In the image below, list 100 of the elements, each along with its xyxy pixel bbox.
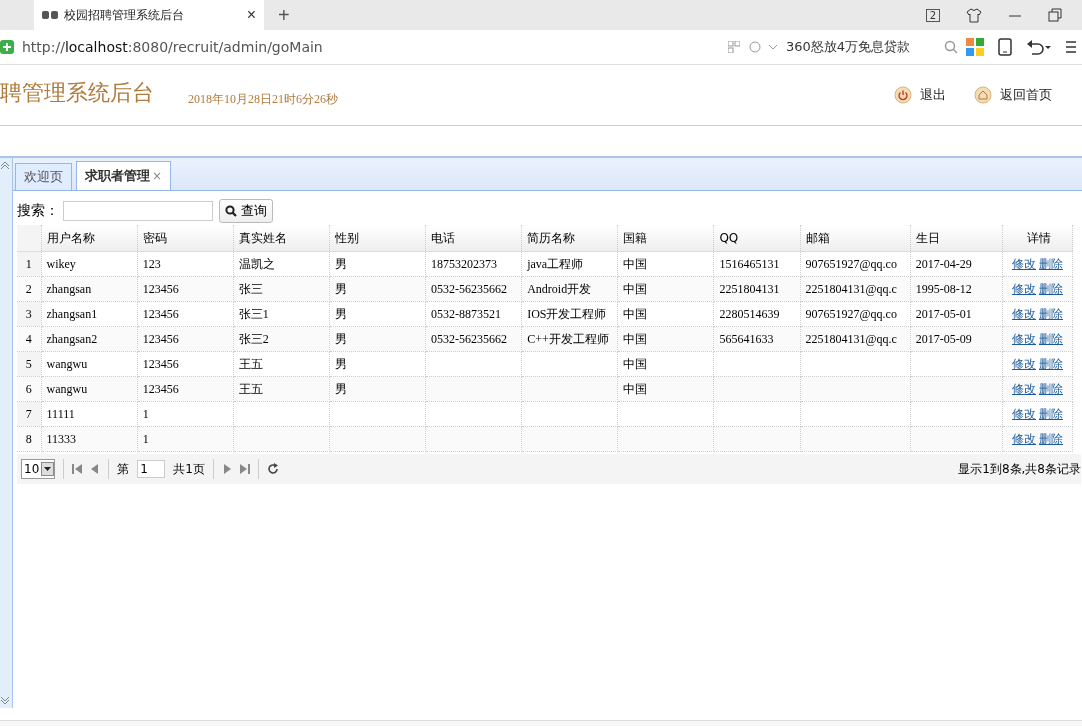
table-cell: 中国 xyxy=(617,301,714,327)
delete-link[interactable]: 删除 xyxy=(1039,306,1063,321)
edit-link[interactable]: 修改 xyxy=(1012,431,1036,446)
table-cell: 0532-56235662 xyxy=(425,276,522,302)
row-number: 7 xyxy=(17,401,42,427)
content-tab[interactable]: 欢迎页 xyxy=(15,163,72,190)
table-cell: 123 xyxy=(137,251,234,277)
table-cell: 2017-04-29 xyxy=(910,251,1003,277)
delete-link[interactable]: 删除 xyxy=(1039,431,1063,446)
table-cell: 张三2 xyxy=(233,326,330,352)
close-tab-button[interactable]: × xyxy=(246,6,256,24)
column-header: 电话 xyxy=(425,225,522,252)
delete-link[interactable]: 删除 xyxy=(1039,256,1063,271)
last-page-icon[interactable] xyxy=(239,464,250,474)
column-header: 用户名称 xyxy=(41,225,138,252)
apps-icon[interactable] xyxy=(966,38,984,56)
table-cell: 王五 xyxy=(233,376,330,402)
tab-title: 校园招聘管理系统后台 xyxy=(64,6,185,24)
table-cell: wangwu xyxy=(41,376,138,402)
table-cell: 男 xyxy=(329,376,426,402)
table-cell: java工程师 xyxy=(521,251,618,277)
power-icon xyxy=(894,86,912,104)
table-cell: 0532-56235662 xyxy=(425,326,522,352)
address-field[interactable]: http://localhost:8080/recruit/admin/goMain xyxy=(22,39,720,55)
browser-tab[interactable]: 校园招聘管理系统后台 × xyxy=(34,0,264,30)
table-cell: 王五 xyxy=(233,351,330,377)
refresh-icon[interactable] xyxy=(266,463,279,475)
undo-icon[interactable] xyxy=(1026,38,1052,56)
search-icon[interactable] xyxy=(944,40,958,54)
compat-icon[interactable] xyxy=(748,40,778,54)
system-title: 聘管理系统后台 xyxy=(0,79,154,107)
tab-favicon-icon xyxy=(42,10,58,20)
column-header: 详情 xyxy=(1002,225,1073,252)
page-number-field[interactable]: 1 xyxy=(137,460,166,478)
window-count-badge[interactable]: 2 xyxy=(925,8,940,22)
qr-icon[interactable] xyxy=(728,41,740,53)
table-cell: 中国 xyxy=(617,251,714,277)
table-cell: wangwu xyxy=(41,351,138,377)
collapse-icon[interactable] xyxy=(0,162,10,170)
table-cell: 2251804131@qq.c xyxy=(800,276,911,302)
column-header: 密码 xyxy=(137,225,234,252)
table-cell: 0532-8873521 xyxy=(425,301,522,327)
table-cell: 1516465131 xyxy=(713,251,800,277)
column-header: 性别 xyxy=(329,225,426,252)
table-cell: 565641633 xyxy=(713,326,800,352)
table-cell: 中国 xyxy=(617,376,714,402)
page-size-select[interactable]: 10 xyxy=(21,459,56,479)
secure-icon xyxy=(0,40,14,54)
new-tab-button[interactable]: + xyxy=(272,2,296,28)
table-cell: 温凯之 xyxy=(233,251,330,277)
current-datetime: 2018年10月28日21时6分26秒 xyxy=(188,90,338,108)
row-number: 3 xyxy=(17,301,42,327)
restore-icon[interactable] xyxy=(1048,8,1062,22)
expand-icon[interactable] xyxy=(0,696,10,704)
table-cell: Android开发 xyxy=(521,276,618,302)
delete-link[interactable]: 删除 xyxy=(1039,381,1063,396)
table-cell: 907651927@qq.co xyxy=(800,251,911,277)
table-cell: 123456 xyxy=(137,326,234,352)
search-suggestion[interactable]: 360怒放4万免息贷款 xyxy=(786,38,936,56)
shirt-icon[interactable] xyxy=(966,7,982,23)
close-tab-button[interactable]: × xyxy=(152,169,163,183)
delete-link[interactable]: 删除 xyxy=(1039,406,1063,421)
table-cell: 11333 xyxy=(41,426,138,452)
edit-link[interactable]: 修改 xyxy=(1012,356,1036,371)
table-cell: 中国 xyxy=(617,351,714,377)
table-cell: 男 xyxy=(329,301,426,327)
edit-link[interactable]: 修改 xyxy=(1012,406,1036,421)
edit-link[interactable]: 修改 xyxy=(1012,256,1036,271)
edit-link[interactable]: 修改 xyxy=(1012,331,1036,346)
previous-page-icon[interactable] xyxy=(90,464,101,474)
home-icon xyxy=(974,86,992,104)
phone-icon[interactable] xyxy=(998,38,1012,56)
search-icon xyxy=(225,205,237,217)
logout-button[interactable]: 退出 xyxy=(894,86,946,104)
search-field[interactable] xyxy=(63,201,213,221)
next-page-icon[interactable] xyxy=(221,464,232,474)
table-cell: 123456 xyxy=(137,301,234,327)
home-button[interactable]: 返回首页 xyxy=(974,86,1052,104)
table-cell: 2280514639 xyxy=(713,301,800,327)
delete-link[interactable]: 删除 xyxy=(1039,331,1063,346)
record-summary: 显示1到8条,共8条记录 xyxy=(958,460,1081,478)
table-cell: 张三1 xyxy=(233,301,330,327)
table-cell: 1995-08-12 xyxy=(910,276,1003,302)
content-tab[interactable]: 求职者管理× xyxy=(76,161,172,190)
table-cell: 2251804131 xyxy=(713,276,800,302)
column-header: 简历名称 xyxy=(521,225,618,252)
edit-link[interactable]: 修改 xyxy=(1012,381,1036,396)
row-number: 5 xyxy=(17,351,42,377)
edit-link[interactable]: 修改 xyxy=(1012,306,1036,321)
table-cell: 2251804131@qq.c xyxy=(800,326,911,352)
query-button[interactable]: 查询 xyxy=(219,199,273,223)
table-cell: 1 xyxy=(137,401,234,427)
table-cell: zhangsan xyxy=(41,276,138,302)
delete-link[interactable]: 删除 xyxy=(1039,281,1063,296)
first-page-icon[interactable] xyxy=(72,464,83,474)
menu-icon[interactable] xyxy=(1066,39,1076,55)
edit-link[interactable]: 修改 xyxy=(1012,281,1036,296)
row-number: 6 xyxy=(17,376,42,402)
column-header: QQ xyxy=(713,225,800,252)
delete-link[interactable]: 删除 xyxy=(1039,356,1063,371)
